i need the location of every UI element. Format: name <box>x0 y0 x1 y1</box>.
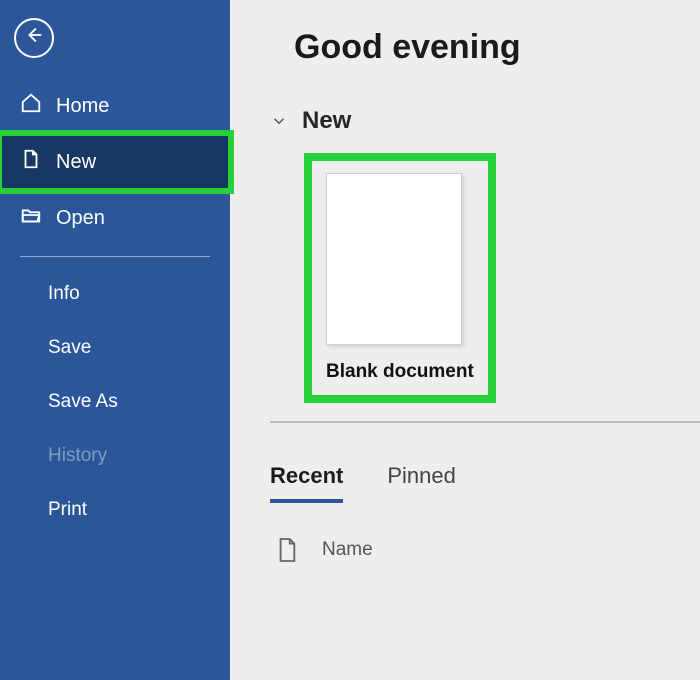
sidebar-item-home[interactable]: Home <box>0 78 230 134</box>
section-new-header[interactable]: New <box>270 107 700 135</box>
recent-tabs: Recent Pinned <box>270 463 700 503</box>
sidebar-item-new[interactable]: New <box>0 134 230 190</box>
document-icon <box>276 537 298 563</box>
chevron-down-icon <box>270 112 288 130</box>
column-name: Name <box>322 539 373 561</box>
sidebar-item-label: Home <box>56 95 109 118</box>
arrow-left-icon <box>23 24 45 52</box>
section-divider <box>270 421 700 423</box>
sidebar-item-save-as[interactable]: Save As <box>0 375 230 429</box>
tab-pinned[interactable]: Pinned <box>387 463 456 503</box>
template-label: Blank document <box>326 361 474 383</box>
section-label: New <box>302 107 351 135</box>
sidebar-item-print[interactable]: Print <box>0 483 230 537</box>
page-title: Good evening <box>294 28 700 67</box>
tab-recent[interactable]: Recent <box>270 463 343 503</box>
template-thumbnail <box>326 173 462 345</box>
sidebar-item-info[interactable]: Info <box>0 267 230 321</box>
back-button[interactable] <box>14 18 54 58</box>
sidebar-item-open[interactable]: Open <box>0 190 230 246</box>
list-header: Name <box>276 537 700 563</box>
sidebar-divider <box>20 256 210 257</box>
sidebar-item-history: History <box>0 429 230 483</box>
sidebar-item-label: Open <box>56 207 105 230</box>
main-panel: Good evening New Blank document Recent P… <box>230 0 700 680</box>
template-blank-document[interactable]: Blank document <box>310 159 490 397</box>
folder-open-icon <box>20 204 42 232</box>
home-icon <box>20 92 42 120</box>
app-root: Home New Open Info Save Sav <box>0 0 700 680</box>
document-icon <box>20 148 42 176</box>
sidebar-item-label: New <box>56 151 96 174</box>
sidebar-item-save[interactable]: Save <box>0 321 230 375</box>
sidebar: Home New Open Info Save Sav <box>0 0 230 680</box>
